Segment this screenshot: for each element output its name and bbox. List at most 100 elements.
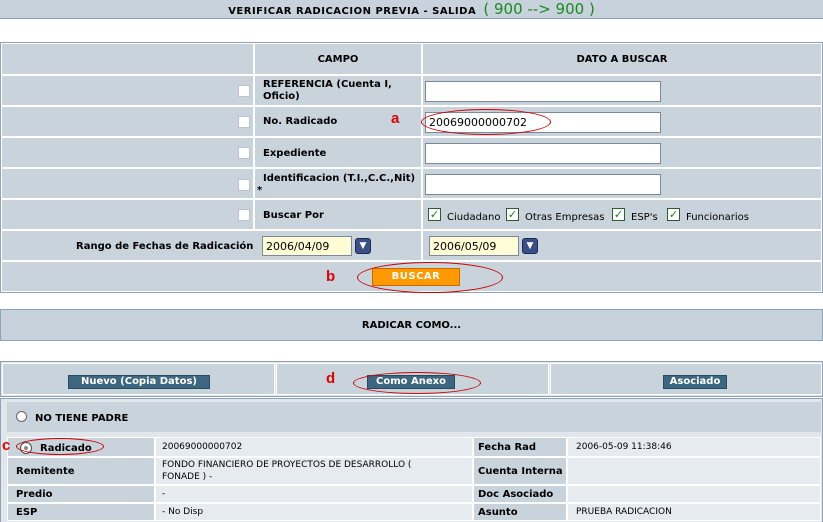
row-buscarpor-options-cell: ✓ Ciudadano ✓ Otras Empresas ✓ ESP's ✓ F… — [422, 199, 822, 230]
referencia-input[interactable] — [425, 81, 661, 102]
asunto-value: PRUEBA RADICACION — [576, 507, 672, 517]
cuenta-interna-label-cell: Cuenta Interna — [473, 457, 567, 485]
annotation-b-ellipse — [357, 262, 503, 293]
annotation-a: a — [391, 110, 400, 127]
expediente-input[interactable] — [425, 143, 661, 164]
annotation-b: b — [326, 268, 336, 285]
fecha-desde-calendar-icon[interactable]: ▼ — [355, 238, 371, 254]
esp-value-cell: - No Disp — [155, 503, 473, 521]
row-radicado-check-cell — [1, 106, 254, 137]
asociado-cell: Asociado — [550, 363, 822, 395]
fecha-rad-value: 2006-05-09 11:38:46 — [576, 442, 672, 452]
predio-value: - — [162, 489, 166, 499]
title-bar: VERIFICAR RADICACION PREVIA - SALIDA ( 9… — [0, 0, 823, 19]
esps-label: ESP's — [631, 212, 658, 223]
radicado-checkbox[interactable] — [238, 116, 250, 128]
expediente-label: Expediente — [263, 148, 327, 159]
column-header-dato: DATO A BUSCAR — [422, 43, 822, 75]
asunto-label-cell: Asunto — [473, 503, 567, 521]
asociado-button[interactable]: Asociado — [663, 375, 727, 389]
row-identificacion-check-cell — [1, 168, 254, 199]
buscarpor-label: Buscar Por — [263, 210, 324, 221]
nuevo-cell: Nuevo (Copia Datos) — [2, 363, 275, 395]
row-radicado-label-cell: No. Radicado a — [254, 106, 422, 137]
referencia-label: REFERENCIA (Cuenta I, Oficio) — [263, 79, 392, 102]
esp-value: - No Disp — [162, 507, 204, 517]
expediente-checkbox[interactable] — [238, 147, 250, 159]
cuenta-interna-label: Cuenta Interna — [478, 465, 563, 477]
fecha-rad-value-cell: 2006-05-09 11:38:46 — [567, 437, 821, 457]
remitente-value: FONDO FINANCIERO DE PROYECTOS DE DESARRO… — [162, 460, 412, 482]
buscarpor-checkbox[interactable] — [238, 209, 250, 221]
esps-checkbox[interactable]: ✓ — [612, 208, 625, 221]
fecha-hasta-input[interactable] — [429, 236, 519, 256]
column-header-campo: CAMPO — [254, 43, 422, 75]
funcionarios-label: Funcionarios — [686, 212, 749, 223]
row-identificacion-label-cell: Identificacion (T.I.,C.C.,Nit) * — [254, 168, 422, 199]
radicar-como-title: RADICAR COMO... — [361, 320, 462, 331]
annotation-c: c — [2, 437, 11, 454]
identificacion-label: Identificacion (T.I.,C.C.,Nit) — [263, 173, 416, 184]
asunto-value-cell: PRUEBA RADICACION — [567, 503, 821, 521]
funcionarios-checkbox[interactable]: ✓ — [667, 208, 680, 221]
row-identificacion-input-cell — [422, 168, 822, 199]
ciudadano-label: Ciudadano — [447, 212, 501, 223]
row-buscarpor-label-cell: Buscar Por — [254, 199, 422, 230]
remitente-label: Remitente — [16, 465, 75, 477]
otras-empresas-checkbox[interactable]: ✓ — [506, 208, 519, 221]
identificacion-checkbox[interactable] — [238, 179, 250, 191]
ciudadano-checkbox[interactable]: ✓ — [428, 208, 441, 221]
nuevo-copia-datos-button[interactable]: Nuevo (Copia Datos) — [68, 375, 210, 389]
row-referencia-check-cell — [1, 75, 254, 106]
cuenta-interna-value-cell — [567, 457, 821, 485]
no-padre-radio[interactable] — [16, 411, 27, 422]
page-title: VERIFICAR RADICACION PREVIA - SALIDA — [228, 6, 477, 17]
fecha-hasta-calendar-icon[interactable]: ▼ — [522, 238, 538, 254]
page-title-code: ( 900 --> 900 ) — [483, 0, 595, 18]
asunto-label: Asunto — [478, 506, 518, 518]
row-expediente-input-cell — [422, 137, 822, 168]
doc-asociado-value-cell — [567, 485, 821, 503]
fecha-desde-input[interactable] — [262, 236, 352, 256]
rango-fechas-label: Rango de Fechas de Radicación — [76, 241, 254, 252]
otras-empresas-label: Otras Empresas — [525, 212, 605, 223]
identificacion-input[interactable] — [425, 174, 661, 195]
radicar-options: Nuevo (Copia Datos) d Como Anexo Asociad… — [0, 361, 823, 397]
predio-label: Predio — [16, 488, 53, 500]
referencia-checkbox[interactable] — [238, 85, 250, 97]
radicar-como-bar: RADICAR COMO... — [0, 309, 823, 341]
results-frame: NO TIENE PADRE c Radicado 20069000000702… — [0, 398, 823, 522]
no-padre-label: NO TIENE PADRE — [35, 413, 129, 424]
form-header-blank — [1, 43, 254, 75]
row-buscarpor-check-cell — [1, 199, 254, 230]
radicado-result-value-cell: 20069000000702 — [155, 437, 473, 457]
esp-label: ESP — [16, 506, 38, 518]
row-radicado-input-cell — [421, 106, 822, 137]
annotation-d: d — [326, 370, 336, 387]
doc-asociado-label-cell: Doc Asociado — [473, 485, 567, 503]
annotation-d-ellipse — [353, 372, 481, 394]
anexo-cell: d Como Anexo — [276, 363, 549, 395]
predio-value-cell: - — [155, 485, 473, 503]
radicado-result-label-cell: c Radicado — [2, 437, 155, 457]
fecha-rad-label-cell: Fecha Rad — [473, 437, 567, 457]
doc-asociado-label: Doc Asociado — [478, 488, 554, 500]
radicado-result-value: 20069000000702 — [162, 442, 243, 452]
row-referencia-label-cell: REFERENCIA (Cuenta I, Oficio) — [254, 75, 422, 106]
row-rango-hasta-cell: ▼ — [422, 230, 822, 261]
predio-label-cell: Predio — [7, 485, 155, 503]
row-buscar-cell: b BUSCAR — [1, 261, 822, 293]
no-padre-row: NO TIENE PADRE — [7, 402, 821, 432]
identificacion-required-mark: * — [257, 185, 263, 196]
annotation-a-ellipse — [421, 109, 551, 135]
fecha-rad-label: Fecha Rad — [478, 441, 537, 453]
radicado-label: No. Radicado — [263, 116, 338, 127]
row-referencia-input-cell — [422, 75, 822, 106]
row-expediente-check-cell — [1, 137, 254, 168]
row-rango-label-cell: Rango de Fechas de Radicación ▼ — [1, 230, 422, 261]
remitente-label-cell: Remitente — [7, 457, 155, 485]
row-expediente-label-cell: Expediente — [254, 137, 422, 168]
esp-label-cell: ESP — [7, 503, 155, 521]
remitente-value-cell: FONDO FINANCIERO DE PROYECTOS DE DESARRO… — [155, 457, 473, 485]
search-form: CAMPO DATO A BUSCAR REFERENCIA (Cuenta I… — [0, 42, 823, 293]
